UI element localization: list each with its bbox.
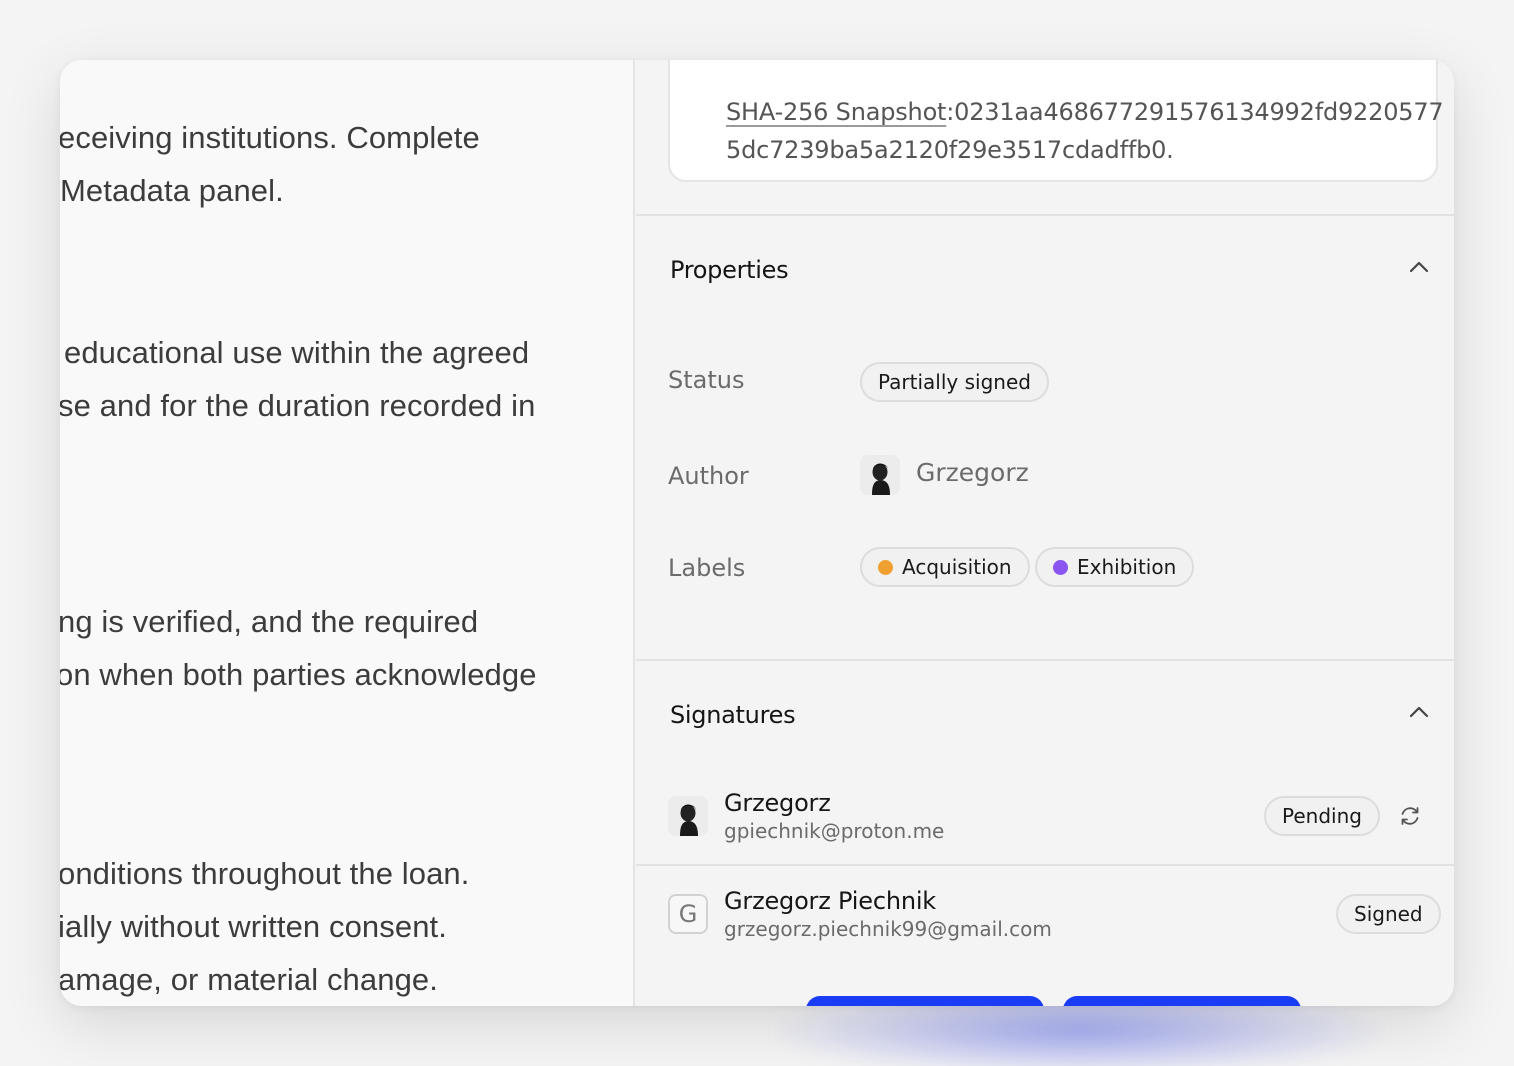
label-color-dot <box>1053 559 1068 575</box>
person-avatar-icon <box>860 455 900 495</box>
signer-email: grzegorz.piechnik99@gmail.com <box>724 917 1052 941</box>
document-text-line: ng is verified, and the required <box>60 604 479 639</box>
hash-card: SHA-256 Snapshot:0231aa46867729157613499… <box>668 60 1444 182</box>
metadata-panel: SHA-256 Snapshot:0231aa46867729157613499… <box>636 60 1454 1006</box>
label-chip-text: Acquisition <box>902 555 1012 579</box>
status-label: Status <box>668 366 745 394</box>
primary-action-button[interactable] <box>806 996 1044 1006</box>
document-text-line: se and for the duration recorded in <box>60 388 536 423</box>
document-pane[interactable]: eceiving institutions. Complete Metadata… <box>60 60 635 1006</box>
label-color-dot <box>878 559 893 575</box>
signature-status-badge: Pending <box>1264 796 1380 836</box>
signer-name: Grzegorz <box>724 789 831 817</box>
document-text-line: eceiving institutions. Complete <box>60 120 480 155</box>
label-chip-acquisition[interactable]: Acquisition <box>860 547 1030 587</box>
author-label: Author <box>668 462 749 490</box>
author-name: Grzegorz <box>916 458 1029 487</box>
person-avatar-icon <box>668 796 708 836</box>
refresh-icon[interactable] <box>1398 804 1422 828</box>
signature-status-text: Pending <box>1282 804 1362 828</box>
labels-label: Labels <box>668 554 746 582</box>
document-text-line: on when both parties acknowledge <box>60 657 537 692</box>
secondary-action-button[interactable] <box>1063 996 1301 1006</box>
signature-status-text: Signed <box>1354 902 1423 926</box>
status-badge: Partially signed <box>860 362 1049 402</box>
avatar <box>668 796 708 836</box>
divider <box>636 864 1454 866</box>
document-text-line: amage, or material change. <box>60 962 438 997</box>
signatures-title: Signatures <box>670 701 796 729</box>
hash-value: :0231aa468677291576134992fd9220577 <box>946 98 1444 126</box>
signature-status-badge: Signed <box>1336 894 1441 934</box>
hash-label[interactable]: SHA-256 Snapshot <box>726 98 946 126</box>
app-window: eceiving institutions. Complete Metadata… <box>60 60 1454 1006</box>
initial-avatar: G <box>668 894 708 934</box>
divider <box>636 214 1454 216</box>
document-text-line: educational use within the agreed <box>64 335 530 370</box>
document-text-line: onditions throughout the loan. <box>60 856 470 891</box>
document-text-line: Metadata panel. <box>60 173 284 208</box>
divider <box>636 659 1454 661</box>
status-badge-text: Partially signed <box>878 370 1031 394</box>
chevron-up-icon[interactable] <box>1408 256 1430 278</box>
signer-name: Grzegorz Piechnik <box>724 887 937 915</box>
label-chip-text: Exhibition <box>1077 555 1177 579</box>
label-chip-exhibition[interactable]: Exhibition <box>1035 547 1195 587</box>
avatar <box>860 455 900 495</box>
hash-line-2: 5dc7239ba5a2120f29e3517cdadffb0. <box>726 136 1174 164</box>
document-text-line: ially without written consent. <box>60 909 447 944</box>
hash-line-1: SHA-256 Snapshot:0231aa46867729157613499… <box>726 98 1444 126</box>
chevron-up-icon[interactable] <box>1408 701 1430 723</box>
signer-email: gpiechnik@proton.me <box>724 819 945 843</box>
properties-title: Properties <box>670 256 789 284</box>
